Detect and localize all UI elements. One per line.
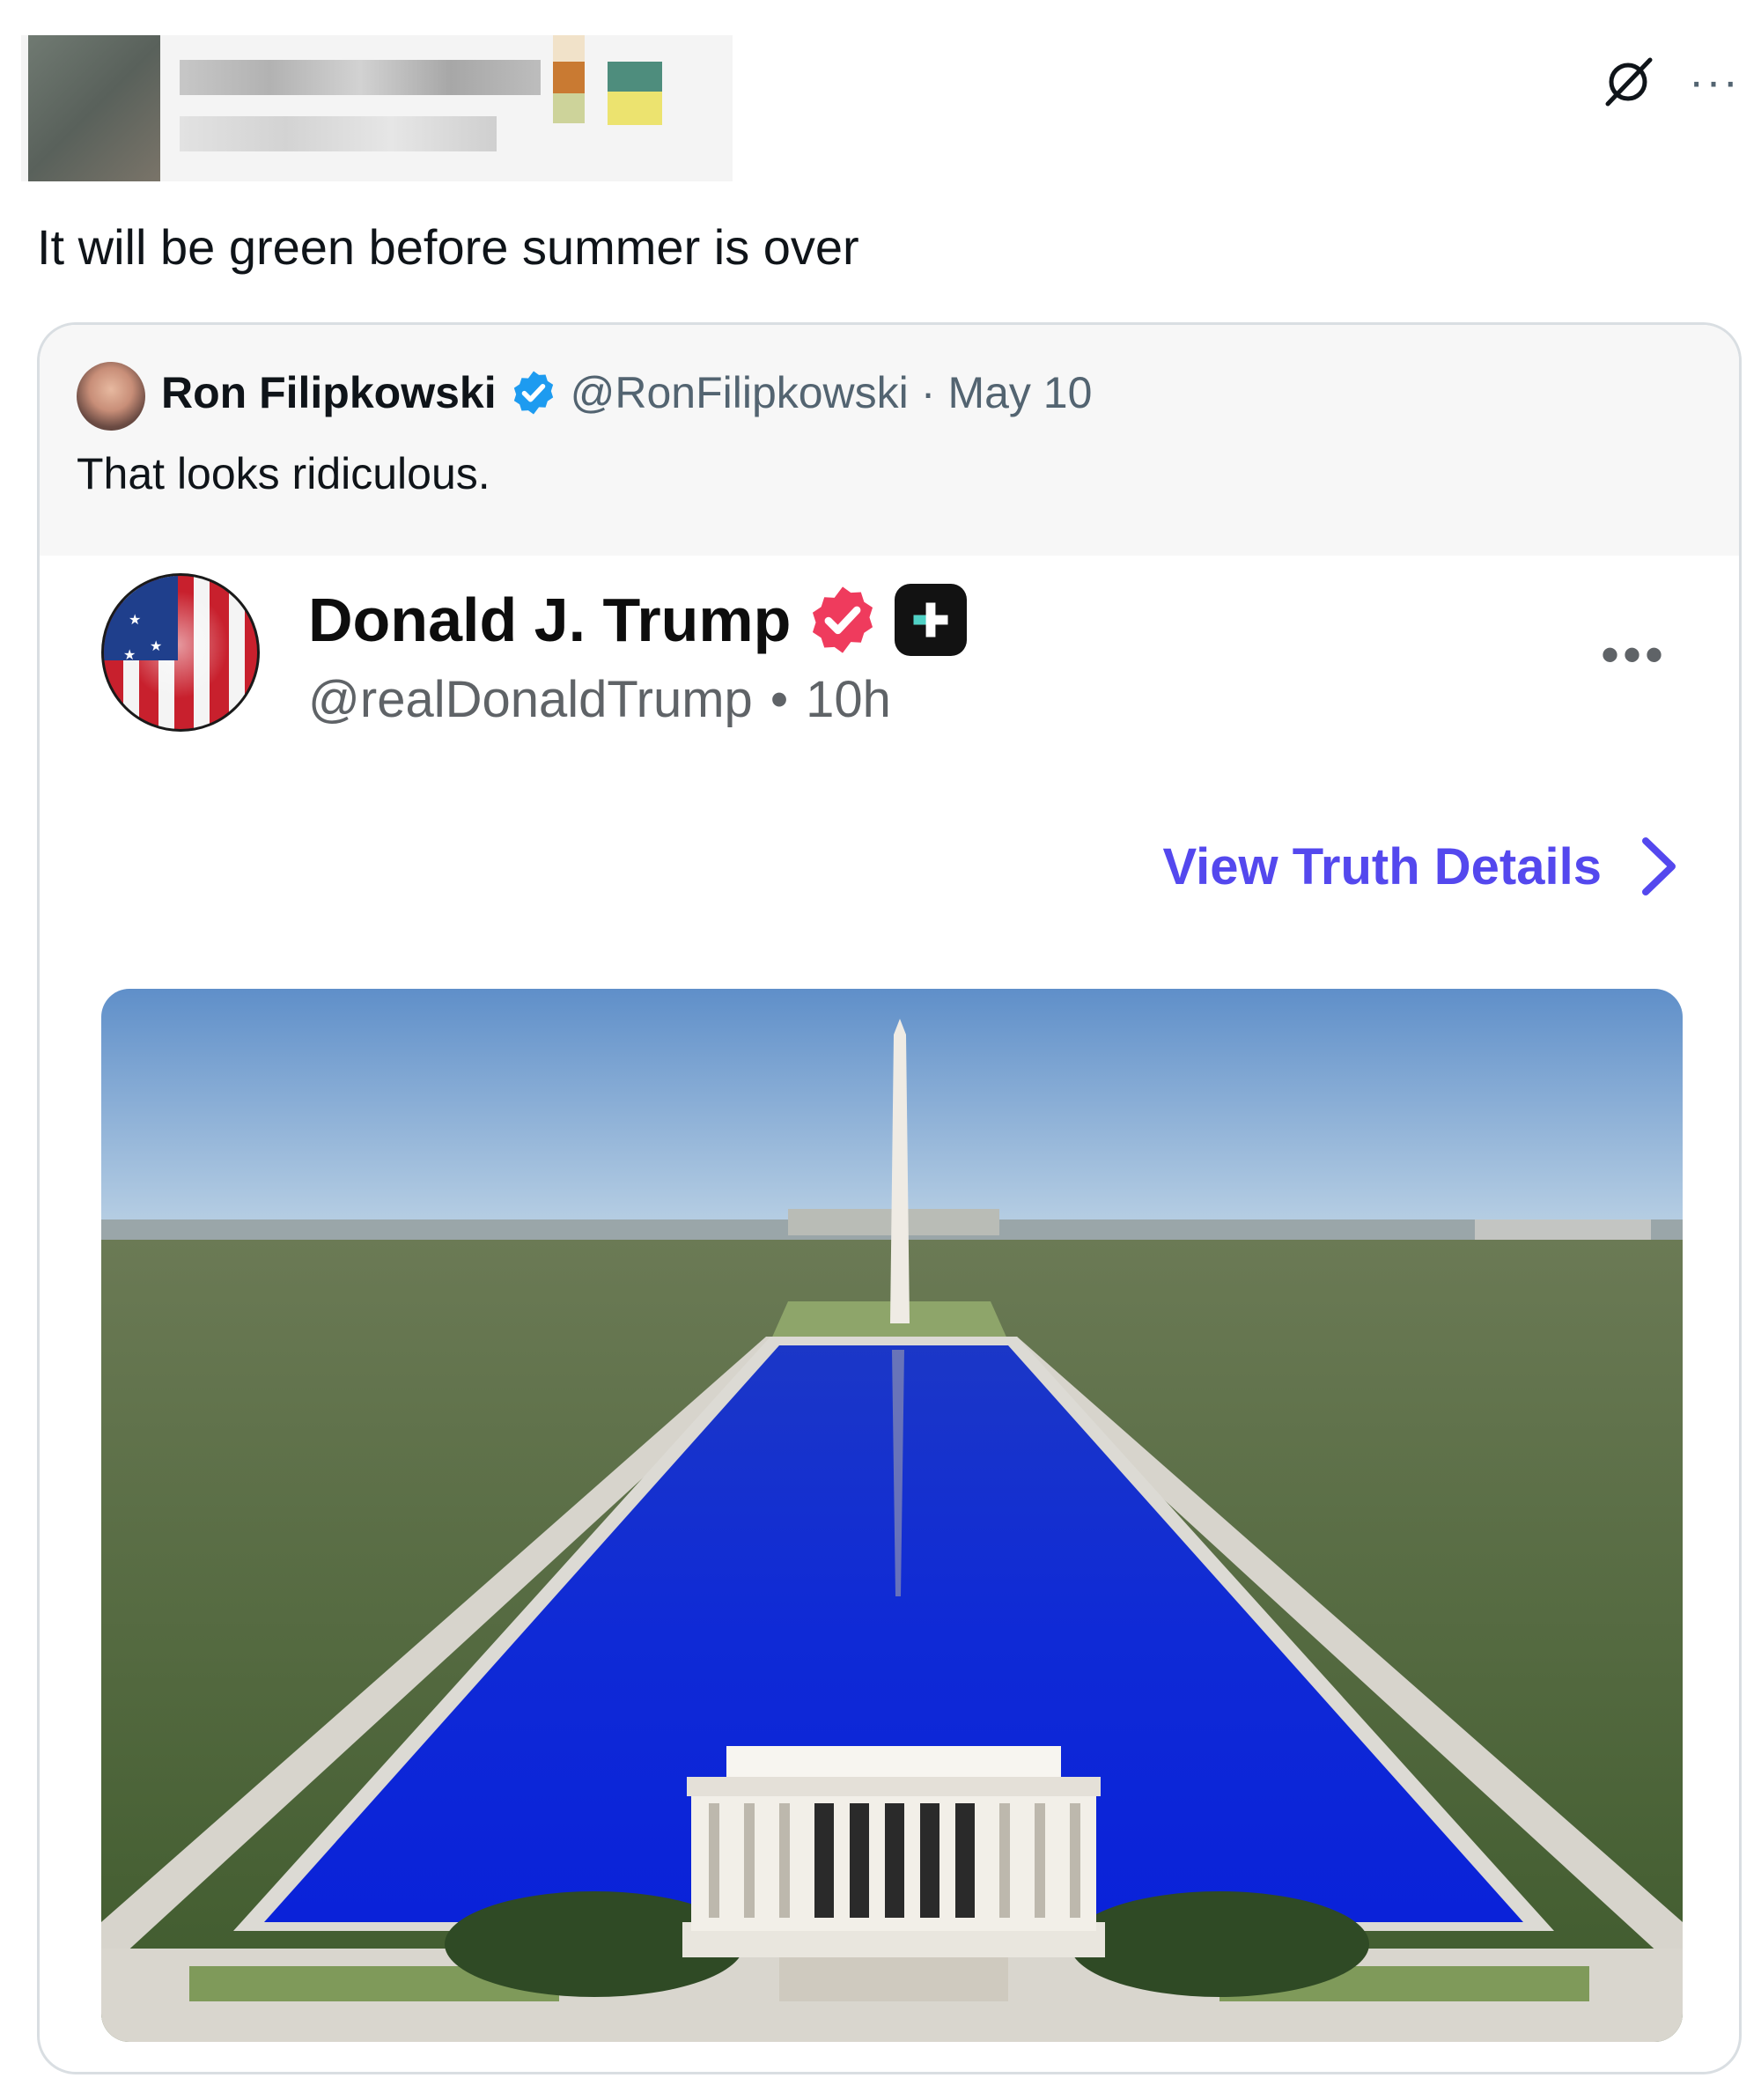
more-icon[interactable]: ··· bbox=[1689, 59, 1740, 105]
quoted-author-avatar[interactable] bbox=[77, 362, 145, 431]
truth-author-name: Donald J. Trump bbox=[308, 586, 792, 654]
view-truth-details-link[interactable]: View Truth Details bbox=[1162, 834, 1681, 899]
avatar-star: ★ bbox=[123, 648, 136, 663]
redacted-name bbox=[180, 60, 541, 95]
separator-dot: • bbox=[770, 671, 789, 728]
truth-meta-row: @realDonaldTrump • 10h bbox=[308, 670, 891, 729]
truth-more-icon[interactable]: ••• bbox=[1601, 629, 1667, 682]
tweet-top-actions: ··· bbox=[1599, 53, 1740, 111]
quoted-author-row: Ron Filipkowski @RonFilipkowski · May 10 bbox=[161, 367, 1092, 418]
verified-badge-icon bbox=[509, 368, 558, 417]
chevron-right-icon bbox=[1642, 837, 1676, 895]
quoted-tweet-header: Ron Filipkowski @RonFilipkowski · May 10… bbox=[40, 325, 1739, 556]
redacted-avatar bbox=[28, 35, 160, 181]
truth-post-time: 10h bbox=[806, 671, 891, 728]
truth-plus-icon bbox=[895, 584, 968, 656]
truth-author-handle: @realDonaldTrump bbox=[308, 671, 753, 728]
redacted-author-header bbox=[21, 35, 733, 181]
avatar-star: ★ bbox=[129, 613, 142, 628]
quoted-tweet-text: That looks ridiculous. bbox=[77, 449, 490, 498]
quoted-tweet-card[interactable]: Ron Filipkowski @RonFilipkowski · May 10… bbox=[37, 322, 1742, 2074]
quoted-author-handle[interactable]: @RonFilipkowski bbox=[571, 367, 909, 418]
post-image-national-mall[interactable] bbox=[101, 989, 1683, 2042]
avatar-star: ★ bbox=[150, 639, 163, 654]
redacted-handle bbox=[180, 116, 497, 151]
shrubs-right bbox=[1070, 1891, 1369, 1997]
grok-icon[interactable] bbox=[1599, 53, 1657, 111]
view-truth-details-label: View Truth Details bbox=[1162, 837, 1602, 895]
memorial-entablature bbox=[687, 1777, 1101, 1796]
memorial-steps bbox=[779, 1957, 1008, 2001]
truth-author-avatar: ★ ★ ★ bbox=[101, 573, 260, 732]
truth-author-row: Donald J. Trump bbox=[308, 582, 968, 658]
lawn-far bbox=[770, 1301, 1008, 1341]
quoted-tweet-date[interactable]: May 10 bbox=[947, 367, 1092, 418]
redacted-emoji-e bbox=[608, 92, 662, 125]
tweet-text: It will be green before summer is over bbox=[37, 219, 859, 275]
separator-dot: · bbox=[920, 368, 936, 417]
redacted-emoji-d bbox=[608, 62, 662, 92]
quoted-author-name[interactable]: Ron Filipkowski bbox=[161, 367, 497, 418]
truth-verified-icon bbox=[805, 582, 880, 658]
redacted-emoji-b bbox=[553, 62, 585, 97]
redacted-emoji-c bbox=[553, 93, 585, 123]
